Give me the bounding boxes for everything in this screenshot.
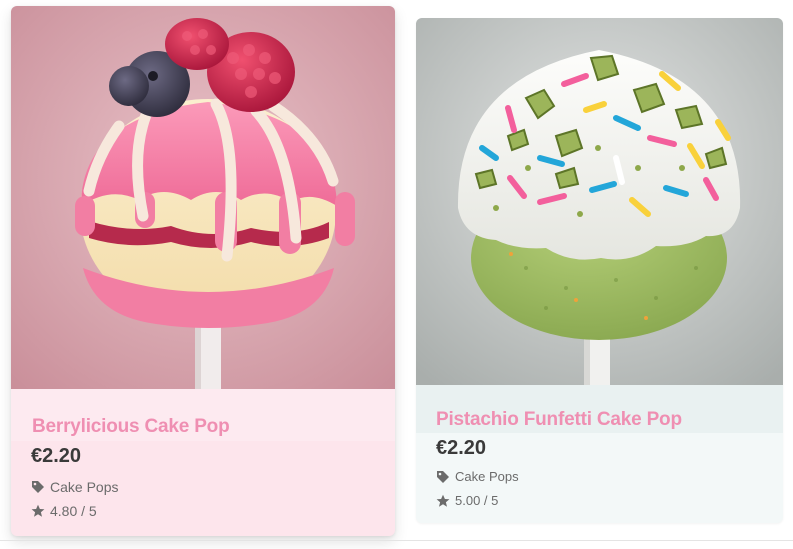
category-label[interactable]: Cake Pops — [455, 469, 519, 484]
product-image[interactable] — [11, 6, 395, 389]
tag-icon — [32, 481, 44, 493]
product-title[interactable]: Pistachio Funfetti Cake Pop — [436, 409, 682, 431]
product-category: Cake Pops — [436, 469, 519, 484]
star-icon — [436, 494, 450, 507]
product-title[interactable]: Berrylicious Cake Pop — [32, 416, 230, 438]
product-card-berrylicious[interactable]: Berrylicious Cake Pop €2.20 Cake Pops 4.… — [11, 6, 395, 536]
product-rating: 4.80 / 5 — [31, 503, 97, 519]
product-category: Cake Pops — [31, 479, 118, 495]
section-divider — [0, 540, 793, 541]
rating-value: 4.80 / 5 — [50, 503, 97, 519]
product-card-pistachio[interactable]: Pistachio Funfetti Cake Pop €2.20 Cake P… — [416, 18, 783, 523]
product-price: €2.20 — [31, 445, 82, 467]
product-rating: 5.00 / 5 — [436, 493, 498, 508]
product-price: €2.20 — [436, 437, 487, 459]
product-image[interactable] — [416, 18, 783, 385]
star-icon — [31, 504, 45, 517]
tag-icon — [437, 470, 449, 483]
rating-value: 5.00 / 5 — [455, 493, 499, 508]
category-label[interactable]: Cake Pops — [50, 479, 118, 495]
